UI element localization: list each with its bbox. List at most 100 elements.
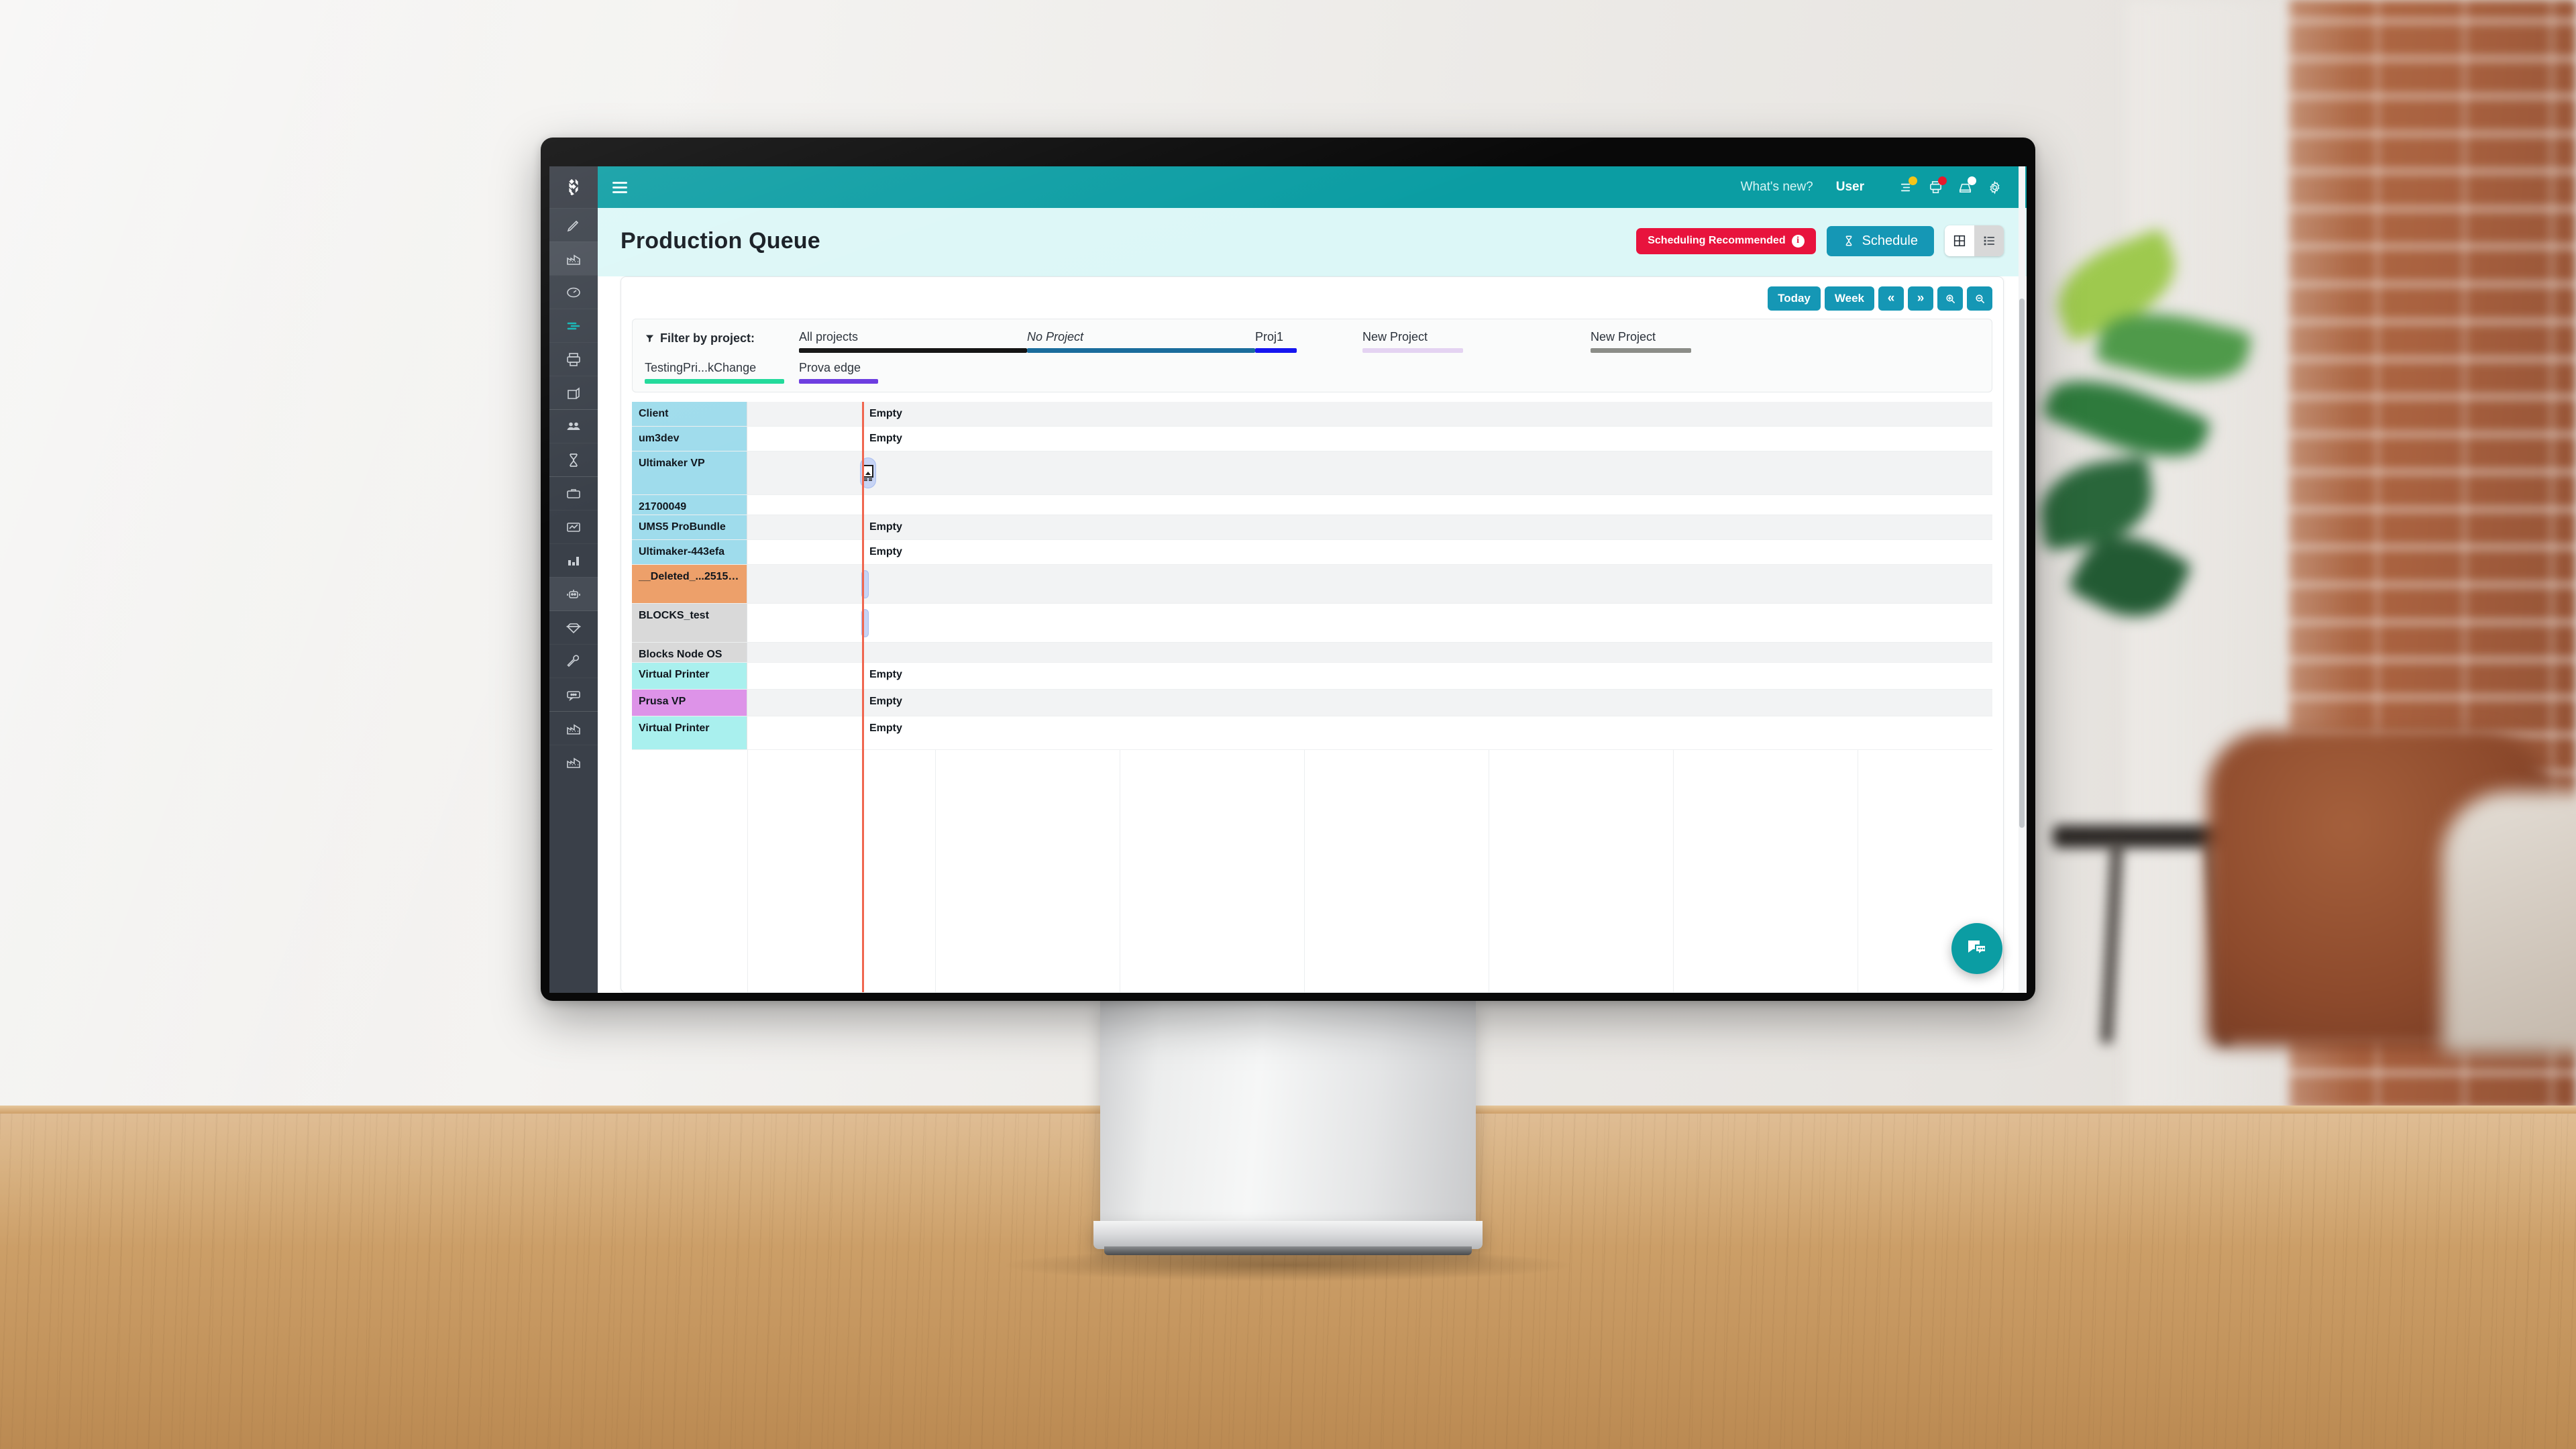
zoom-out-button[interactable] [1967, 286, 1992, 311]
table-row[interactable]: um3dev Empty [632, 427, 1992, 451]
user-menu[interactable]: User [1836, 180, 1864, 195]
filter-chip-testing-pri[interactable]: TestingPri...kChange [645, 361, 799, 384]
page-scrollbar-thumb[interactable] [2019, 299, 2025, 828]
list-view-icon [1984, 236, 1995, 246]
empty-label: Empty [869, 722, 902, 734]
list-view-button[interactable] [1974, 225, 2004, 256]
timeline-track[interactable]: Empty [747, 716, 1992, 749]
timeline-track[interactable] [747, 495, 1992, 515]
filter-chip-new-project-2[interactable]: New Project [1591, 330, 1819, 353]
timeline-track[interactable]: Empty [747, 515, 1992, 539]
table-row[interactable]: Virtual Printer Empty [632, 663, 1992, 690]
table-row[interactable]: Prusa VP Empty [632, 690, 1992, 716]
timeline-controls: Today Week « » [1768, 286, 1992, 311]
inbox-status-icon[interactable] [1950, 174, 1980, 201]
bar-chart-icon [568, 556, 579, 566]
sidebar-item-materials[interactable] [549, 376, 598, 409]
hourglass-icon [570, 453, 578, 467]
sidebar-item-users[interactable] [549, 409, 598, 443]
sidebar-item-automation[interactable] [549, 577, 598, 610]
timeline-track[interactable]: Empty [747, 540, 1992, 564]
table-row[interactable]: __Deleted_...2515796 [632, 565, 1992, 604]
filter-chip-color [645, 379, 784, 384]
filter-chip-color [1027, 348, 1255, 353]
prev-button[interactable]: « [1878, 286, 1904, 311]
timeline-track[interactable]: Empty [747, 663, 1992, 689]
monitor-screen: What's new? User Production Queue Schedu… [549, 166, 2027, 993]
timeline-track[interactable]: Empty [747, 690, 1992, 716]
sidebar-item-printers[interactable] [549, 342, 598, 376]
grid-view-button[interactable] [1945, 225, 1974, 256]
printer-name: Blocks Node OS [632, 643, 747, 662]
printer-status-icon[interactable] [1921, 174, 1950, 201]
table-row[interactable]: BLOCKS_test [632, 604, 1992, 643]
table-row[interactable]: Ultimaker VP [632, 451, 1992, 495]
printer-name: Client [632, 402, 747, 426]
filter-chip-label: New Project [1362, 330, 1428, 343]
zoom-in-button[interactable] [1937, 286, 1963, 311]
table-row[interactable]: Ultimaker-443efa Empty [632, 540, 1992, 565]
timeline-track[interactable] [747, 451, 1992, 494]
filter-chip-prova-edge[interactable]: Prova edge [799, 361, 1027, 384]
table-row[interactable]: UMS5 ProBundle Empty [632, 515, 1992, 540]
today-button[interactable]: Today [1768, 286, 1821, 311]
page-scrollbar[interactable] [2019, 166, 2025, 993]
printer-icon [567, 352, 580, 366]
timeline-track[interactable]: Empty [747, 402, 1992, 426]
timeline-track[interactable] [747, 643, 1992, 662]
factory-icon [567, 724, 580, 735]
table-row[interactable]: Virtual Printer Empty [632, 716, 1992, 750]
filter-chip-new-project-1[interactable]: New Project [1362, 330, 1591, 353]
sidebar-item-plant-a[interactable] [549, 711, 598, 745]
sidebar-item-plant-b[interactable] [549, 745, 598, 778]
whats-new-link[interactable]: What's new? [1741, 180, 1813, 195]
sidebar-item-jobs[interactable] [549, 443, 598, 476]
queue-status-icon[interactable] [1891, 174, 1921, 201]
empty-label: Empty [869, 669, 902, 680]
week-button[interactable]: Week [1824, 286, 1874, 311]
table-row[interactable]: Client Empty [632, 402, 1992, 427]
schedule-button[interactable]: Schedule [1826, 225, 1934, 256]
monitor-stand-neck [1100, 1000, 1476, 1228]
sidebar-item-design[interactable] [549, 208, 598, 241]
next-button[interactable]: » [1908, 286, 1933, 311]
printer-name: Virtual Printer [632, 663, 747, 689]
sidebar-item-reports[interactable] [549, 543, 598, 577]
timeline-track[interactable] [747, 565, 1992, 603]
sidebar-item-messages[interactable] [549, 678, 598, 711]
hamburger-menu-icon[interactable] [612, 181, 630, 193]
printer-status-badge [1938, 176, 1947, 185]
sidebar-item-monitor[interactable] [549, 275, 598, 309]
timeline-track[interactable] [747, 604, 1992, 642]
app-logo[interactable] [549, 166, 598, 208]
chat-support-button[interactable] [1951, 923, 2002, 974]
hourglass-icon [1845, 235, 1852, 246]
printer-name: um3dev [632, 427, 747, 451]
filter-chip-label: All projects [799, 330, 859, 343]
sidebar-item-factory[interactable] [549, 241, 598, 275]
filter-chip-label: Prova edge [799, 361, 861, 374]
timeline-track[interactable]: Empty [747, 427, 1992, 451]
table-row[interactable]: 21700049 [632, 495, 1992, 515]
chat-icon [567, 690, 580, 701]
monitor-stand-foot [1104, 1246, 1472, 1255]
potted-plant [2034, 221, 2274, 745]
table-row[interactable]: Blocks Node OS [632, 643, 1992, 663]
sidebar-item-projects[interactable] [549, 476, 598, 510]
chair-cushion [2442, 792, 2576, 1053]
filter-label-text: Filter by project: [660, 331, 755, 345]
settings-gear-icon[interactable] [1980, 174, 2009, 201]
robot-icon [567, 589, 580, 598]
chat-bubbles-icon [1968, 941, 1986, 957]
filter-chip-all-projects[interactable]: All projects [799, 330, 1027, 353]
filter-chip-no-project[interactable]: No Project [1027, 330, 1255, 353]
filter-chip-proj1[interactable]: Proj1 [1255, 330, 1362, 353]
sidebar-item-quality[interactable] [549, 610, 598, 644]
sidebar-item-queue[interactable] [549, 309, 598, 342]
diamond-icon [566, 623, 581, 633]
scheduling-recommended-badge[interactable]: Scheduling Recommended i [1636, 227, 1816, 254]
sidebar-item-analytics[interactable] [549, 510, 598, 543]
box-open-icon [568, 386, 580, 399]
page-header: Production Queue Scheduling Recommended … [598, 208, 2027, 276]
sidebar-item-maintenance[interactable] [549, 644, 598, 678]
